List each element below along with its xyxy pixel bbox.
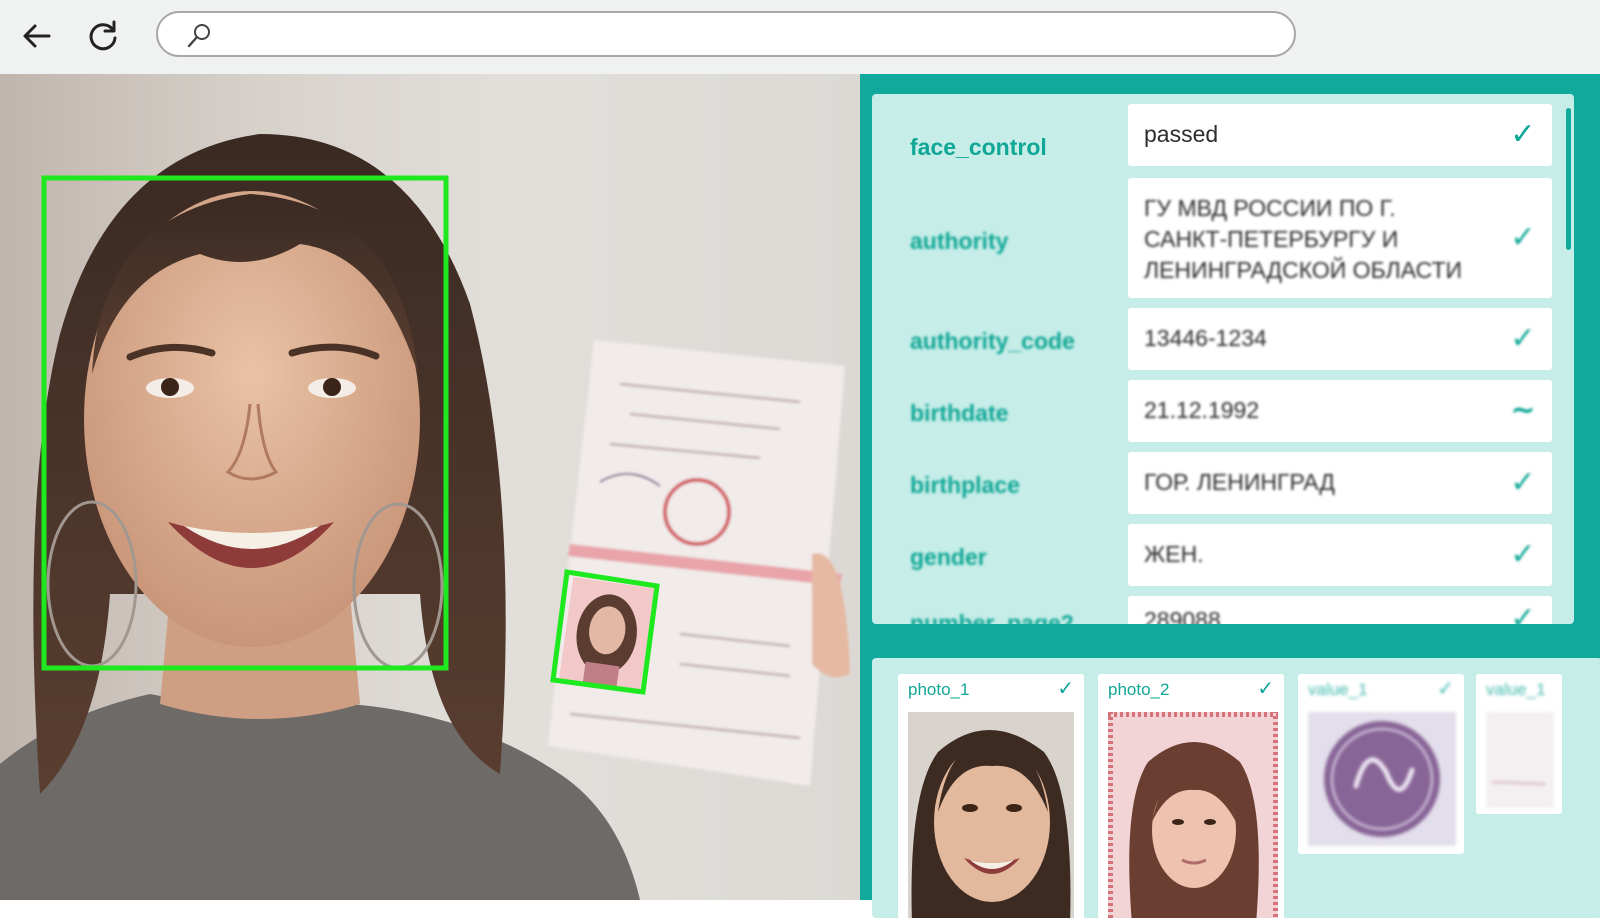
- fields-list[interactable]: face_control passed ✓ authority ГУ МВД Р…: [872, 94, 1574, 624]
- photo-card-1[interactable]: photo_1 ✓: [898, 674, 1084, 918]
- check-icon: ✓: [1510, 465, 1536, 500]
- field-value-box[interactable]: ГУ МВД РОССИИ ПО Г. САНКТ-ПЕТЕРБУРГУ И Л…: [1128, 178, 1552, 298]
- field-value-box[interactable]: 21.12.1992 ~: [1128, 380, 1552, 442]
- field-row-authority-code: authority_code 13446-1234 ✓: [872, 308, 1552, 370]
- check-icon: ✓: [1510, 220, 1536, 255]
- photo-label: value_1: [1486, 680, 1546, 699]
- reload-button[interactable]: [80, 14, 126, 58]
- reload-icon: [89, 20, 117, 51]
- field-label: authority: [910, 228, 1009, 254]
- browser-toolbar: [0, 0, 1600, 74]
- field-value: 13446-1234: [1144, 325, 1267, 351]
- verification-panel: face_control passed ✓ authority ГУ МВД Р…: [860, 74, 1600, 918]
- field-value-box[interactable]: ГОР. ЛЕНИНГРАД ✓: [1128, 452, 1552, 514]
- field-label: birthdate: [910, 400, 1009, 426]
- check-icon: ✓: [1057, 676, 1074, 700]
- photo-label: value_1: [1308, 680, 1368, 699]
- field-label: face_control: [910, 134, 1047, 160]
- field-label: gender: [910, 544, 987, 570]
- back-button[interactable]: [14, 14, 60, 58]
- field-value-box[interactable]: ЖЕН. ✓: [1128, 524, 1552, 586]
- field-value-box[interactable]: 13446-1234 ✓: [1128, 308, 1552, 370]
- selfie-thumbnail: [908, 712, 1074, 918]
- stamp-thumbnail: [1308, 712, 1456, 846]
- document-photo-thumbnail: [1108, 712, 1278, 918]
- field-value: ГУ МВД РОССИИ ПО Г. САНКТ-ПЕТЕРБУРГУ И Л…: [1144, 195, 1463, 283]
- photo-card-3[interactable]: value_1 ✓: [1298, 674, 1464, 854]
- camera-view: [0, 74, 860, 900]
- address-bar[interactable]: [156, 11, 1296, 57]
- field-row-birthplace: birthplace ГОР. ЛЕНИНГРАД ✓: [872, 452, 1552, 514]
- field-row-authority: authority ГУ МВД РОССИИ ПО Г. САНКТ-ПЕТЕ…: [872, 178, 1552, 298]
- field-label: birthplace: [910, 472, 1020, 498]
- address-input[interactable]: [228, 19, 1272, 51]
- selfie-photo: [0, 134, 850, 900]
- photo-label: photo_1: [908, 680, 970, 699]
- field-row-gender: gender ЖЕН. ✓: [872, 524, 1552, 586]
- field-value: ЖЕН.: [1144, 541, 1204, 567]
- field-value-box[interactable]: 289088 ✓: [1128, 596, 1552, 624]
- search-icon: [187, 24, 210, 48]
- photo-card-2[interactable]: photo_2 ✓: [1098, 674, 1284, 918]
- field-value: passed: [1144, 121, 1219, 147]
- check-icon: ✓: [1257, 676, 1274, 700]
- photo-card-4[interactable]: value_1: [1476, 674, 1562, 814]
- check-icon: ✓: [1510, 117, 1536, 152]
- photo-strip[interactable]: photo_1 ✓ photo_2 ✓ value_1 ✓ value_1: [872, 658, 1600, 918]
- field-value: ГОР. ЛЕНИНГРАД: [1144, 469, 1335, 495]
- photo-label: photo_2: [1108, 680, 1170, 699]
- field-value: 289088: [1144, 607, 1221, 624]
- field-value: 21.12.1992: [1144, 397, 1260, 423]
- field-row-number-page2: number_page2 289088 ✓: [872, 596, 1552, 624]
- back-arrow-icon: [23, 24, 51, 48]
- check-icon: ✓: [1510, 537, 1536, 572]
- field-row-face-control: face_control passed ✓: [872, 104, 1552, 166]
- check-icon: ✓: [1437, 676, 1454, 700]
- scrollbar-thumb[interactable]: [1566, 108, 1571, 250]
- signature-thumbnail: [1486, 712, 1554, 808]
- check-icon: ✓: [1510, 321, 1536, 356]
- field-label: authority_code: [910, 328, 1075, 354]
- check-icon: ✓: [1510, 601, 1536, 625]
- field-value-box[interactable]: passed ✓: [1128, 104, 1552, 166]
- field-label: number_page2: [910, 610, 1074, 624]
- field-row-birthdate: birthdate 21.12.1992 ~: [872, 380, 1552, 442]
- approximate-icon: ~: [1510, 393, 1536, 428]
